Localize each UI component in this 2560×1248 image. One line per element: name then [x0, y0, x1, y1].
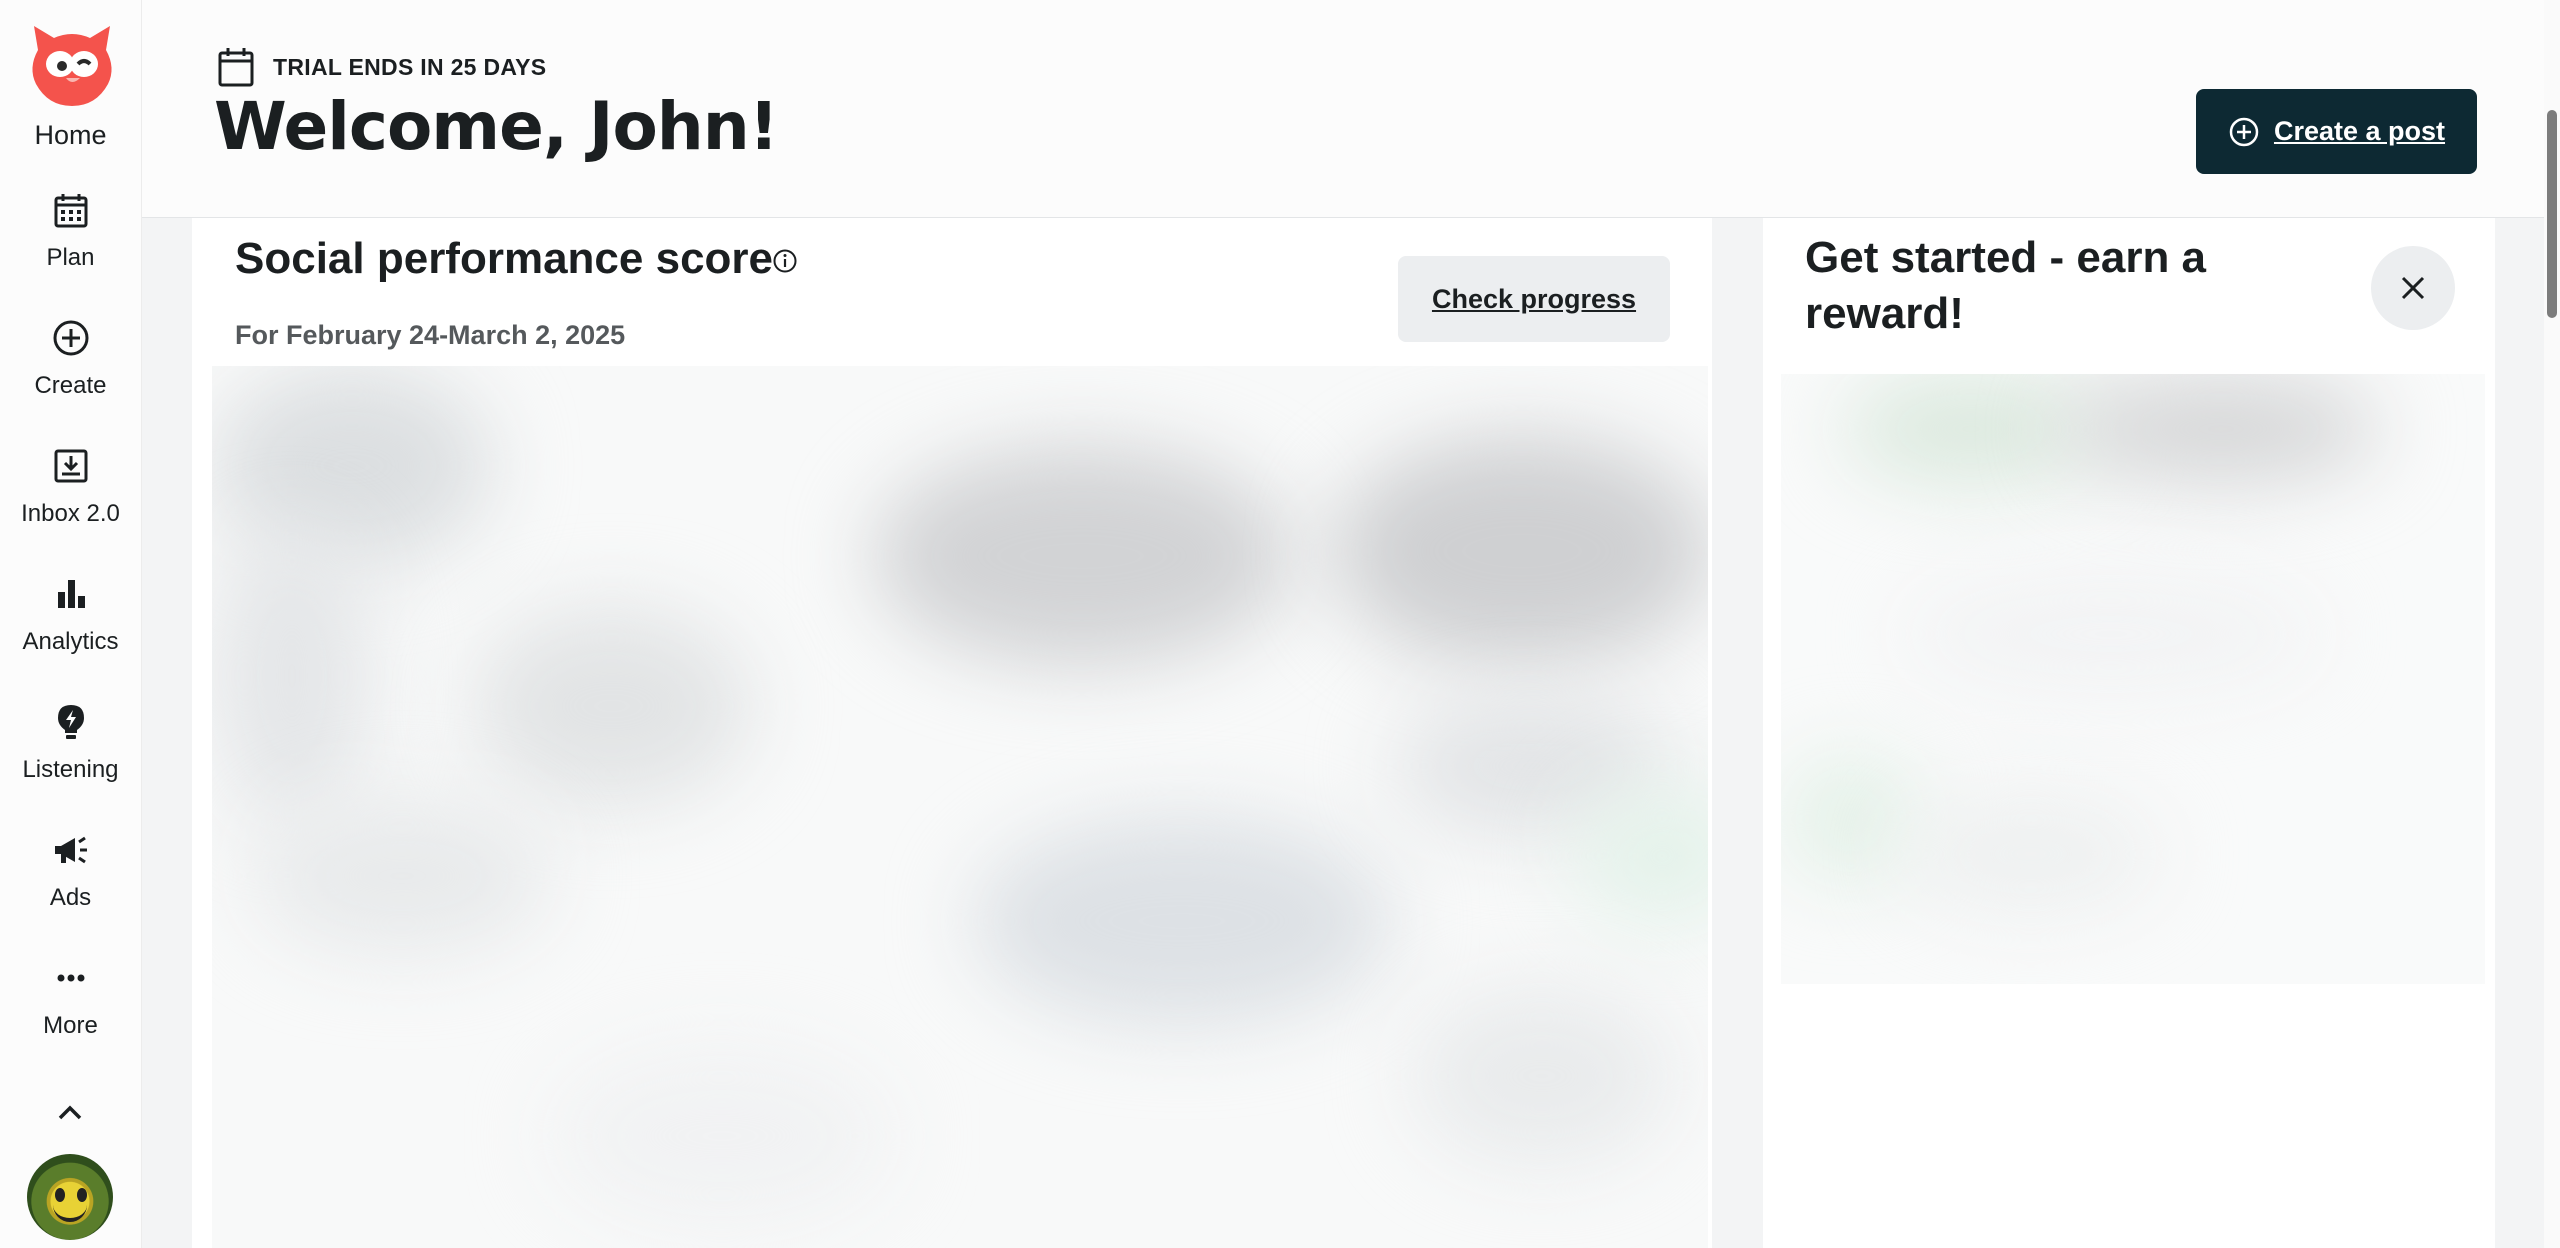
- page-title: Welcome, John!: [214, 88, 779, 165]
- sidebar-item-ads[interactable]: Ads: [0, 830, 141, 912]
- scrollbar-thumb[interactable]: [2547, 110, 2557, 318]
- check-progress-label: Check progress: [1431, 283, 1637, 314]
- reward-card: Get started - earn a reward!: [1763, 218, 2495, 1248]
- hootsuite-owl-icon[interactable]: [26, 20, 118, 108]
- sidebar-item-label: Plan: [46, 244, 95, 271]
- page-header: TRIAL ENDS IN 25 DAYS Welcome, John! Cre…: [142, 0, 2560, 218]
- card-title: Social performance score: [235, 234, 774, 283]
- megaphone-icon: [54, 836, 87, 864]
- inbox-download-icon: [54, 449, 87, 483]
- sidebar-item-create[interactable]: Create: [0, 318, 141, 400]
- sidebar-item-listening[interactable]: Listening: [0, 702, 141, 784]
- plus-circle-icon: [53, 320, 88, 356]
- sidebar-item-analytics[interactable]: Analytics: [0, 574, 141, 656]
- sidebar-item-plan[interactable]: Plan: [0, 190, 141, 272]
- social-performance-card: Social performance score For February 24…: [192, 218, 1712, 1248]
- trial-text: TRIAL ENDS IN 25 DAYS: [273, 53, 547, 80]
- trial-banner: TRIAL ENDS IN 25 DAYS: [216, 46, 546, 88]
- close-icon: [2401, 276, 2425, 300]
- sidebar-item-inbox[interactable]: Inbox 2.0: [0, 446, 141, 528]
- sidebar-item-label: Listening: [22, 756, 119, 783]
- calendar-grid-icon: [54, 194, 87, 228]
- close-button[interactable]: [2371, 246, 2455, 330]
- plus-circle-icon: [2229, 117, 2259, 146]
- info-icon[interactable]: [772, 248, 798, 274]
- sidebar-item-label: Create: [34, 372, 107, 399]
- sidebar-item-more[interactable]: More: [0, 958, 141, 1040]
- date-range: For February 24-March 2, 2025: [235, 320, 626, 350]
- bar-chart-icon: [57, 580, 85, 608]
- create-post-label: Create a post: [2273, 116, 2446, 146]
- more-dots-icon: [57, 974, 84, 982]
- sidebar-item-label: Analytics: [22, 628, 119, 655]
- sidebar-item-label: Ads: [49, 884, 92, 911]
- create-post-button[interactable]: Create a post: [2196, 89, 2477, 174]
- sidebar-item-label: More: [43, 1012, 98, 1039]
- sidebar-item-home-label[interactable]: Home: [0, 120, 141, 151]
- chevron-up-icon[interactable]: [50, 1094, 90, 1130]
- user-avatar[interactable]: [27, 1154, 113, 1240]
- blurred-reward-content: [1781, 374, 2485, 984]
- card-title: Get started - earn a reward!: [1805, 233, 2207, 338]
- lightbulb-bolt-icon: [57, 705, 84, 739]
- calendar-icon: [218, 48, 254, 87]
- sidebar: Home Plan Create Inbox 2.0 Analytics Lis…: [0, 0, 142, 1248]
- blurred-score-content: [212, 366, 1708, 1248]
- sidebar-item-label: Inbox 2.0: [21, 500, 120, 527]
- check-progress-button[interactable]: Check progress: [1398, 256, 1670, 342]
